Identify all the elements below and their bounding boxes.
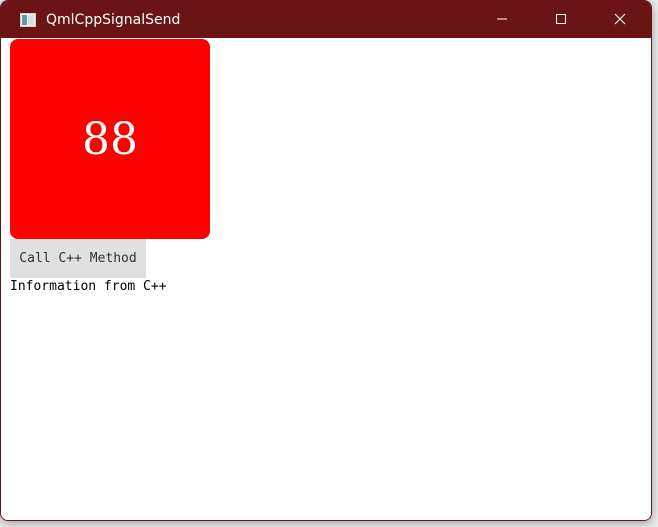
window-title: QmlCppSignalSend	[46, 12, 181, 28]
maximize-icon	[555, 10, 567, 29]
client-area: 88 Call C++ Method Information from C++	[1, 38, 651, 520]
minimize-button[interactable]	[473, 1, 531, 38]
value-rectangle: 88	[10, 39, 210, 239]
app-icon	[20, 12, 36, 27]
value-text: 88	[82, 113, 138, 165]
app-window: QmlCppSignalSend 88 Call C++ Method Info…	[0, 0, 652, 521]
title-bar[interactable]: QmlCppSignalSend	[1, 1, 651, 38]
info-text: Information from C++	[10, 279, 167, 294]
close-icon	[614, 10, 626, 29]
desktop-background: QmlCppSignalSend 88 Call C++ Method Info…	[0, 0, 658, 527]
call-cpp-method-button[interactable]: Call C++ Method	[10, 239, 146, 278]
minimize-icon	[496, 10, 508, 29]
close-button[interactable]	[591, 1, 649, 38]
maximize-button[interactable]	[532, 1, 590, 38]
